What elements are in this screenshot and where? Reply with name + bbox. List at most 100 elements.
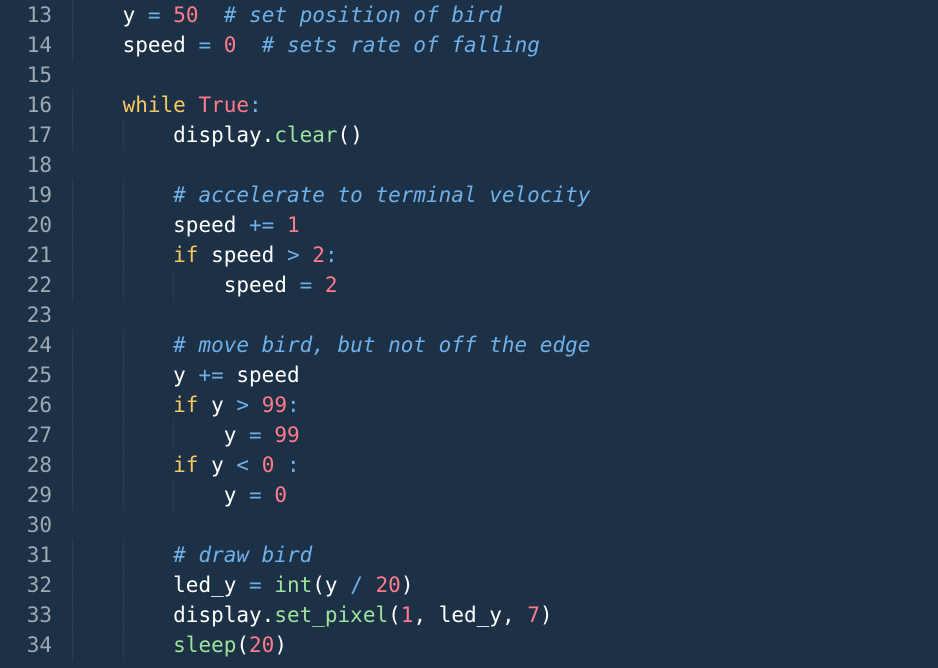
code-line[interactable]: speed = 0 # sets rate of falling	[72, 30, 590, 60]
token-op: =	[249, 573, 262, 597]
token-func: int	[274, 573, 312, 597]
indent-guide	[123, 480, 174, 510]
line-number: 29	[0, 480, 60, 510]
indent-guide	[123, 210, 174, 240]
token-default	[300, 243, 313, 267]
code-line[interactable]: if y < 0 :	[72, 450, 590, 480]
code-line[interactable]	[72, 150, 590, 180]
token-punct: .	[262, 123, 275, 147]
line-number: 30	[0, 510, 60, 540]
token-punct: ,	[413, 603, 426, 627]
token-comment: # move bird, but not off the edge	[173, 333, 590, 357]
token-default: display	[173, 123, 262, 147]
indent-guide	[72, 30, 123, 60]
code-line[interactable]: y = 99	[72, 420, 590, 450]
code-line[interactable]: display.clear()	[72, 120, 590, 150]
token-punct: ()	[338, 123, 363, 147]
code-line[interactable]: # draw bird	[72, 540, 590, 570]
indent-guide	[72, 600, 123, 630]
token-num: 0	[274, 483, 287, 507]
token-punct: )	[540, 603, 553, 627]
token-num: 20	[376, 573, 401, 597]
token-punct: ,	[502, 603, 515, 627]
indent-guide	[123, 120, 174, 150]
token-keyword: while	[123, 93, 186, 117]
indent-guide	[173, 420, 224, 450]
token-num: 99	[262, 393, 287, 417]
token-func: set_pixel	[274, 603, 388, 627]
line-number: 14	[0, 30, 60, 60]
indent-guide	[72, 390, 123, 420]
line-number: 20	[0, 210, 60, 240]
token-comment: # sets rate of falling	[262, 33, 540, 57]
token-punct: (	[388, 603, 401, 627]
token-comment: # set position of bird	[224, 3, 502, 27]
token-op: =	[249, 483, 262, 507]
token-num: 99	[274, 423, 299, 447]
token-punct: (	[236, 633, 249, 657]
indent-guide	[72, 360, 123, 390]
token-default: y	[325, 573, 350, 597]
code-editor[interactable]: 1314151617181920212223242526272829303132…	[0, 0, 938, 660]
code-line[interactable]: display.set_pixel(1, led_y, 7)	[72, 600, 590, 630]
token-keyword: if	[173, 243, 198, 267]
code-line[interactable]: # accelerate to terminal velocity	[72, 180, 590, 210]
code-line[interactable]	[72, 300, 590, 330]
line-number: 19	[0, 180, 60, 210]
code-line[interactable]: while True:	[72, 90, 590, 120]
token-default	[274, 453, 287, 477]
line-number-gutter: 1314151617181920212223242526272829303132…	[0, 0, 60, 660]
line-number: 21	[0, 240, 60, 270]
line-number: 34	[0, 630, 60, 660]
indent-guide	[72, 420, 123, 450]
token-punct: )	[274, 633, 287, 657]
code-line[interactable]: y = 0	[72, 480, 590, 510]
indent-guide	[72, 540, 123, 570]
indent-guide	[72, 480, 123, 510]
line-number: 24	[0, 330, 60, 360]
token-default	[161, 3, 174, 27]
code-line[interactable]: led_y = int(y / 20)	[72, 570, 590, 600]
token-num: 0	[224, 33, 237, 57]
code-line[interactable]: if y > 99:	[72, 390, 590, 420]
code-line[interactable]	[72, 60, 590, 90]
token-punct: (	[312, 573, 325, 597]
indent-guide	[72, 570, 123, 600]
line-number: 26	[0, 390, 60, 420]
code-line[interactable]: speed += 1	[72, 210, 590, 240]
token-num: 50	[173, 3, 198, 27]
code-line[interactable]: # move bird, but not off the edge	[72, 330, 590, 360]
token-op: >	[287, 243, 300, 267]
indent-guide	[72, 120, 123, 150]
code-line[interactable]: y += speed	[72, 360, 590, 390]
token-default	[262, 423, 275, 447]
indent-guide	[72, 330, 123, 360]
indent-guide	[123, 390, 174, 420]
indent-guide	[123, 420, 174, 450]
token-bool: True	[198, 93, 249, 117]
line-number: 32	[0, 570, 60, 600]
token-default	[249, 393, 262, 417]
code-line[interactable]: y = 50 # set position of bird	[72, 0, 590, 30]
token-num: 2	[312, 243, 325, 267]
code-line[interactable]: sleep(20)	[72, 630, 590, 660]
code-line[interactable]: if speed > 2:	[72, 240, 590, 270]
indent-guide	[123, 180, 174, 210]
token-num: 2	[325, 273, 338, 297]
line-number: 31	[0, 540, 60, 570]
token-op: /	[350, 573, 363, 597]
indent-guide	[72, 450, 123, 480]
token-func: clear	[274, 123, 337, 147]
token-op: >	[236, 393, 249, 417]
code-line[interactable]	[72, 510, 590, 540]
token-op: :	[249, 93, 262, 117]
code-line[interactable]: speed = 2	[72, 270, 590, 300]
indent-guide	[123, 630, 174, 660]
token-default: y	[198, 393, 236, 417]
code-area[interactable]: y = 50 # set position of bird speed = 0 …	[60, 0, 590, 660]
indent-guide	[72, 0, 123, 30]
token-op: +=	[198, 363, 223, 387]
token-default: led_y	[173, 573, 249, 597]
token-default	[363, 573, 376, 597]
token-op: +=	[249, 213, 274, 237]
